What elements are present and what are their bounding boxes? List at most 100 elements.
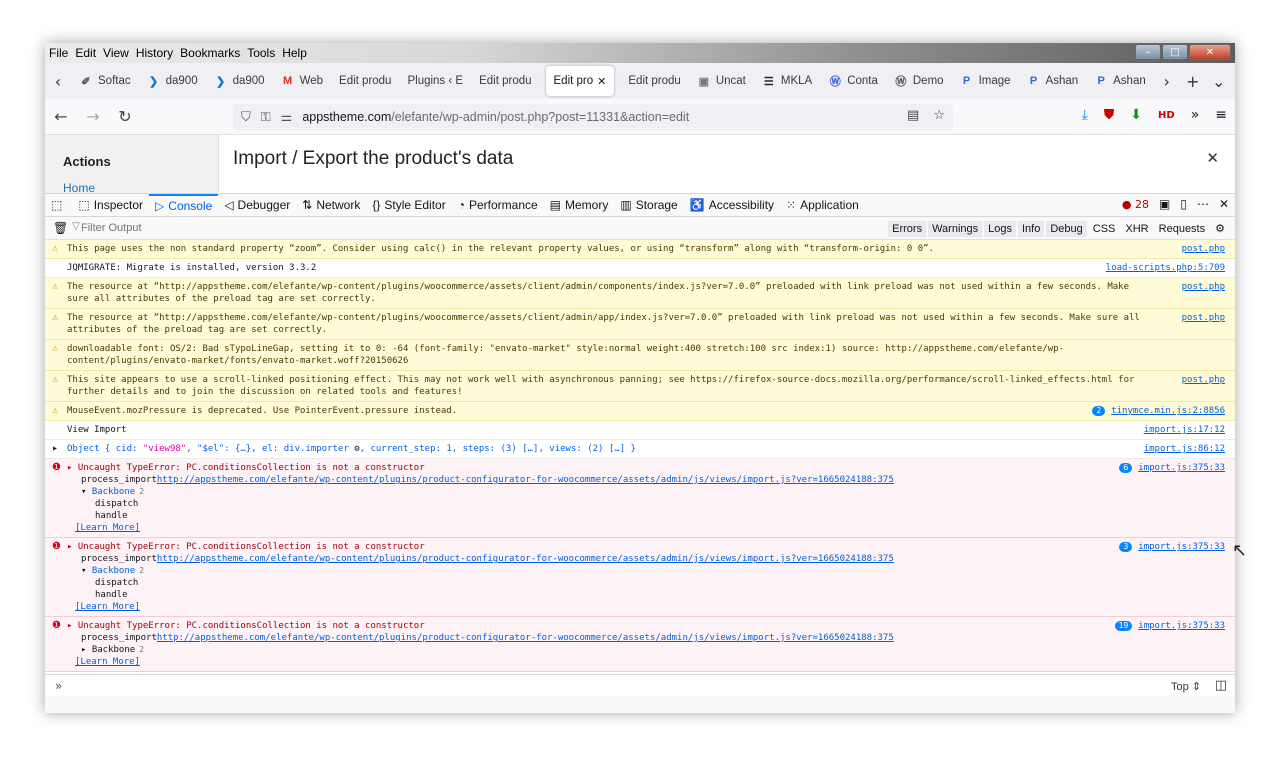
backbone-group[interactable]: ▾ Backbone 2 — [67, 565, 1145, 577]
message-source-link[interactable]: load-scripts.php:5:709 — [1106, 262, 1225, 274]
filter-xhr-button[interactable]: XHR — [1121, 221, 1152, 237]
permissions-icon[interactable]: ⚿ — [261, 110, 271, 125]
green-arrow-extension-icon[interactable]: ⬇ — [1130, 107, 1142, 123]
app-menu-icon[interactable]: ≡ — [1215, 107, 1227, 123]
filter-debug-button[interactable]: Debug — [1046, 220, 1087, 237]
browser-tab[interactable]: Edit pro ✕ — [545, 66, 615, 96]
browser-tab[interactable]: ❯ da900 — [139, 66, 206, 96]
devtools-tab-storage[interactable]: ▥ Storage — [614, 194, 683, 217]
site-info-icon[interactable]: ⚌ — [281, 110, 293, 125]
message-source-link[interactable]: post.php — [1182, 312, 1225, 324]
downloads-icon[interactable]: ⤓ — [1082, 107, 1088, 123]
backbone-group[interactable]: ▸ Backbone 2 — [67, 644, 1145, 656]
error-header[interactable]: ▸ Uncaught TypeError: PC.conditionsColle… — [67, 620, 1145, 632]
overflow-menu-icon[interactable]: ⋯ — [1197, 197, 1209, 211]
expand-arrow-icon[interactable]: ▸ — [67, 463, 78, 473]
devtools-tab-inspector[interactable]: ⬚ Inspector — [72, 194, 149, 217]
error-count-badge[interactable]: ● 28 — [1122, 198, 1149, 211]
close-devtools-icon[interactable]: ✕ — [1219, 197, 1229, 211]
menu-edit[interactable]: Edit — [75, 46, 96, 60]
browser-tab[interactable]: P Ashan — [1019, 66, 1087, 96]
browser-tab[interactable]: ❯ da900 — [206, 66, 273, 96]
bookmark-star-icon[interactable]: ☆ — [933, 108, 945, 123]
learn-more-link[interactable]: [Learn More] — [67, 656, 1145, 668]
menu-history[interactable]: History — [136, 46, 173, 60]
menu-tools[interactable]: Tools — [247, 46, 275, 60]
filter-errors-button[interactable]: Errors — [888, 220, 927, 237]
list-tabs-icon[interactable]: ⌄ — [1206, 72, 1232, 91]
browser-tab[interactable]: Edit produ — [620, 66, 688, 96]
url-bar[interactable]: ⛉ ⚿ ⚌ appstheme.com/elefante/wp-admin/po… — [233, 104, 953, 130]
menu-help[interactable]: Help — [282, 46, 307, 60]
devtools-tab-application[interactable]: ⁙ Application — [780, 194, 865, 217]
devtools-tab-style-editor[interactable]: {} Style Editor — [366, 194, 451, 217]
close-tab-icon[interactable]: ✕ — [597, 75, 606, 88]
message-source-link[interactable]: 3 import.js:375:33 — [1119, 541, 1225, 553]
browser-tab[interactable]: Edit produ — [471, 66, 539, 96]
devtools-tab-debugger[interactable]: ◁ Debugger — [218, 194, 296, 217]
filter-css-button[interactable]: CSS — [1089, 221, 1120, 237]
message-source-link[interactable]: post.php — [1182, 243, 1225, 255]
devtools-tab-memory[interactable]: ▤ Memory — [544, 194, 615, 217]
maximize-button[interactable]: □ — [1162, 44, 1188, 60]
message-source-link[interactable]: 19 import.js:375:33 — [1114, 620, 1225, 632]
ublock-icon[interactable]: ⛊ — [1104, 107, 1115, 123]
hd-extension-icon[interactable]: HD — [1158, 110, 1175, 121]
browser-tab[interactable]: Edit produ — [331, 66, 399, 96]
menu-view[interactable]: View — [103, 46, 129, 60]
expand-arrow-icon[interactable]: ▸ — [67, 621, 78, 631]
split-editor-icon[interactable]: ◫ — [1215, 678, 1227, 693]
learn-more-link[interactable]: [Learn More] — [67, 522, 1145, 534]
scroll-tabs-left-icon[interactable]: ‹ — [45, 72, 71, 91]
backbone-group[interactable]: ▾ Backbone 2 — [67, 486, 1145, 498]
collapse-arrow-icon[interactable]: ▾ — [81, 566, 92, 576]
devtools-tab-accessibility[interactable]: ♿ Accessibility — [684, 194, 780, 217]
error-header[interactable]: ▸ Uncaught TypeError: PC.conditionsColle… — [67, 462, 1145, 474]
message-source-link[interactable]: post.php — [1182, 374, 1225, 386]
message-source-link[interactable]: import.js:17:12 — [1144, 424, 1225, 436]
browser-tab[interactable]: ☰ MKLA — [754, 66, 820, 96]
expand-arrow-icon[interactable]: ▸ — [67, 542, 78, 552]
devtools-tab-performance[interactable]: ◔ Performance — [452, 194, 544, 217]
minimize-button[interactable]: – — [1135, 44, 1161, 60]
more-tools-icon[interactable]: » — [1191, 107, 1200, 123]
error-header[interactable]: ▸ Uncaught TypeError: PC.conditionsColle… — [67, 541, 1145, 553]
close-window-button[interactable]: ✕ — [1189, 44, 1231, 60]
context-selector[interactable]: Top ⇕ — [1171, 680, 1201, 693]
clear-console-icon[interactable]: 🗑 — [53, 221, 68, 235]
responsive-design-icon[interactable]: ▣ — [1159, 197, 1170, 211]
browser-tab[interactable]: Ⓦ Conta — [820, 66, 886, 96]
collapse-arrow-icon[interactable]: ▾ — [81, 487, 92, 497]
filter-logs-button[interactable]: Logs — [984, 220, 1016, 237]
stack-url-link[interactable]: http://appstheme.com/elefante/wp-content… — [157, 554, 894, 564]
reload-icon[interactable]: ↻ — [109, 107, 141, 126]
expand-arrow-icon[interactable]: ▸ — [81, 645, 92, 655]
message-source-link[interactable]: 2 tinymce.min.js:2:8856 — [1092, 405, 1225, 417]
filter-output-input[interactable] — [81, 222, 281, 234]
back-icon[interactable]: ← — [45, 107, 77, 126]
console-input[interactable]: » Top ⇕ ◫ — [45, 674, 1235, 696]
filter-warnings-button[interactable]: Warnings — [928, 220, 983, 237]
browser-tab[interactable]: ▣ Uncat — [689, 66, 754, 96]
learn-more-link[interactable]: [Learn More] — [67, 601, 1145, 613]
browser-tab[interactable]: ✐ Softac — [71, 66, 139, 96]
menu-bookmarks[interactable]: Bookmarks — [180, 46, 240, 60]
devtools-tab-console[interactable]: ▷ Console — [149, 193, 219, 217]
filter-info-button[interactable]: Info — [1018, 220, 1045, 237]
element-picker-icon[interactable]: ⬚ — [45, 194, 72, 217]
close-modal-icon[interactable]: ✕ — [1206, 149, 1219, 167]
menu-file[interactable]: File — [49, 46, 68, 60]
stack-url-link[interactable]: http://appstheme.com/elefante/wp-content… — [157, 475, 894, 485]
message-source-link[interactable]: post.php — [1182, 281, 1225, 293]
console-settings-icon[interactable]: ⚙ — [1211, 220, 1229, 237]
expand-arrow-icon[interactable]: ▸ — [52, 443, 58, 455]
filter-requests-button[interactable]: Requests — [1155, 221, 1209, 237]
browser-tab[interactable]: Ⓦ Demo — [886, 66, 952, 96]
browser-tab[interactable]: M Web — [273, 66, 331, 96]
new-tab-icon[interactable]: + — [1180, 72, 1206, 91]
browser-tab[interactable]: P Ashan — [1086, 66, 1154, 96]
stack-url-link[interactable]: http://appstheme.com/elefante/wp-content… — [157, 633, 894, 643]
forward-icon[interactable]: → — [77, 107, 109, 126]
shield-icon[interactable]: ⛉ — [241, 110, 251, 125]
message-source-link[interactable]: 6 import.js:375:33 — [1119, 462, 1225, 474]
